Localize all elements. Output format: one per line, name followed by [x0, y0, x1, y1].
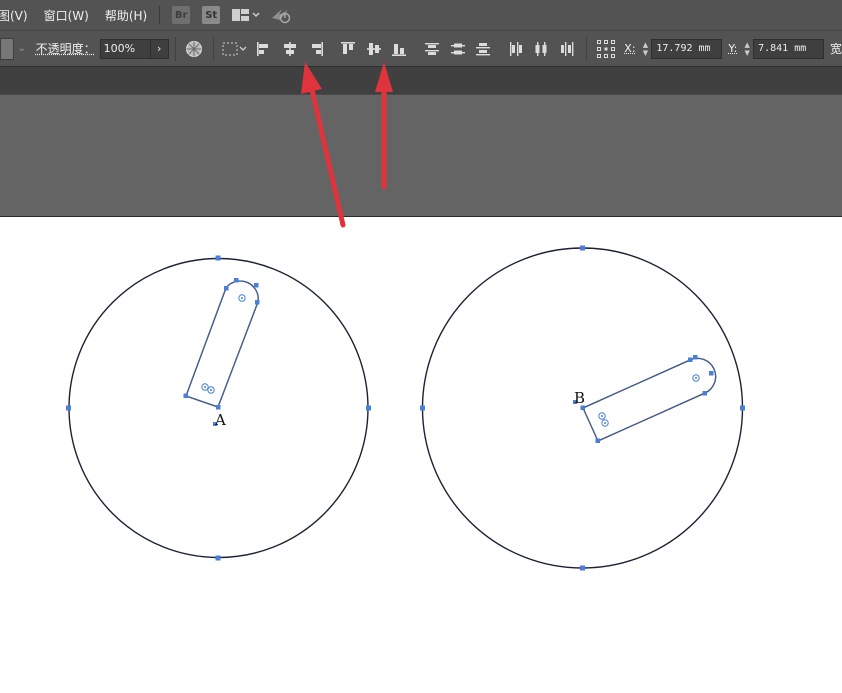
annotation-arrow-2 [375, 62, 393, 190]
rotating-arm-a[interactable] [183, 278, 260, 426]
annotation-arrow-1 [301, 62, 346, 228]
artwork-overlay: A B [66, 62, 745, 571]
label-b: B [574, 389, 585, 407]
rotating-arm-b[interactable] [573, 355, 717, 443]
label-a: A [214, 411, 226, 429]
